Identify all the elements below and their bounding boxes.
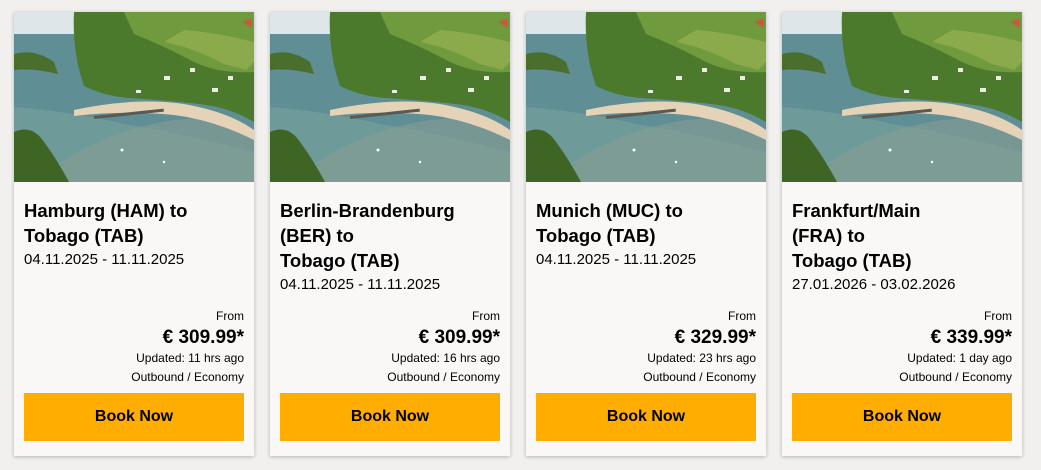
travel-dates: 27.01.2026 - 03.02.2026 bbox=[792, 276, 956, 293]
price-block: From € 309.99* Updated: 16 hrs ago Outbo… bbox=[280, 308, 500, 387]
price: € 329.99* bbox=[674, 327, 756, 348]
destination-photo bbox=[270, 12, 510, 182]
price: € 309.99* bbox=[418, 327, 500, 348]
travel-dates: 04.11.2025 - 11.11.2025 bbox=[24, 251, 185, 268]
route-title: Munich (MUC) to Tobago (TAB) 04.11.2025 … bbox=[536, 198, 756, 270]
route-line: Frankfurt/Main bbox=[792, 200, 921, 221]
offer-card[interactable]: Munich (MUC) to Tobago (TAB) 04.11.2025 … bbox=[526, 12, 766, 456]
offer-card[interactable]: Hamburg (HAM) to Tobago (TAB) 04.11.2025… bbox=[14, 12, 254, 456]
book-now-button[interactable]: Book Now bbox=[24, 393, 244, 441]
updated-text: Updated: 1 day ago bbox=[907, 351, 1012, 365]
book-now-button[interactable]: Book Now bbox=[280, 393, 500, 441]
price: € 339.99* bbox=[930, 327, 1012, 348]
route-line: Hamburg (HAM) to bbox=[24, 200, 188, 221]
destination-photo bbox=[14, 12, 254, 182]
offer-card-list: Hamburg (HAM) to Tobago (TAB) 04.11.2025… bbox=[0, 0, 1041, 470]
updated-text: Updated: 23 hrs ago bbox=[647, 351, 756, 365]
from-label: From bbox=[472, 309, 500, 323]
route-line: Munich (MUC) to bbox=[536, 200, 683, 221]
from-label: From bbox=[216, 309, 244, 323]
book-now-button[interactable]: Book Now bbox=[792, 393, 1012, 441]
destination-photo bbox=[782, 12, 1022, 182]
travel-dates: 04.11.2025 - 11.11.2025 bbox=[280, 276, 441, 293]
fare-type: Outbound / Economy bbox=[131, 370, 244, 384]
travel-dates: 04.11.2025 - 11.11.2025 bbox=[536, 251, 697, 268]
updated-text: Updated: 16 hrs ago bbox=[391, 351, 500, 365]
route-line: Tobago (TAB) bbox=[280, 250, 400, 271]
route-line: Tobago (TAB) bbox=[792, 250, 912, 271]
route-line: Tobago (TAB) bbox=[24, 225, 144, 246]
price-block: From € 309.99* Updated: 11 hrs ago Outbo… bbox=[24, 308, 244, 387]
updated-text: Updated: 11 hrs ago bbox=[136, 351, 244, 365]
offer-card[interactable]: Berlin-Brandenburg (BER) to Tobago (TAB)… bbox=[270, 12, 510, 456]
price-block: From € 329.99* Updated: 23 hrs ago Outbo… bbox=[536, 308, 756, 387]
route-line: (FRA) to bbox=[792, 225, 865, 246]
fare-type: Outbound / Economy bbox=[643, 370, 756, 384]
destination-photo bbox=[526, 12, 766, 182]
route-line: Berlin-Brandenburg bbox=[280, 200, 455, 221]
offer-card[interactable]: Frankfurt/Main (FRA) to Tobago (TAB) 27.… bbox=[782, 12, 1022, 456]
fare-type: Outbound / Economy bbox=[899, 370, 1012, 384]
route-title: Frankfurt/Main (FRA) to Tobago (TAB) 27.… bbox=[792, 198, 1012, 295]
from-label: From bbox=[728, 309, 756, 323]
from-label: From bbox=[984, 309, 1012, 323]
price: € 309.99* bbox=[162, 327, 244, 348]
route-title: Hamburg (HAM) to Tobago (TAB) 04.11.2025… bbox=[24, 198, 244, 270]
route-line: (BER) to bbox=[280, 225, 354, 246]
route-line: Tobago (TAB) bbox=[536, 225, 656, 246]
route-title: Berlin-Brandenburg (BER) to Tobago (TAB)… bbox=[280, 198, 500, 295]
fare-type: Outbound / Economy bbox=[387, 370, 500, 384]
price-block: From € 339.99* Updated: 1 day ago Outbou… bbox=[792, 308, 1012, 387]
book-now-button[interactable]: Book Now bbox=[536, 393, 756, 441]
